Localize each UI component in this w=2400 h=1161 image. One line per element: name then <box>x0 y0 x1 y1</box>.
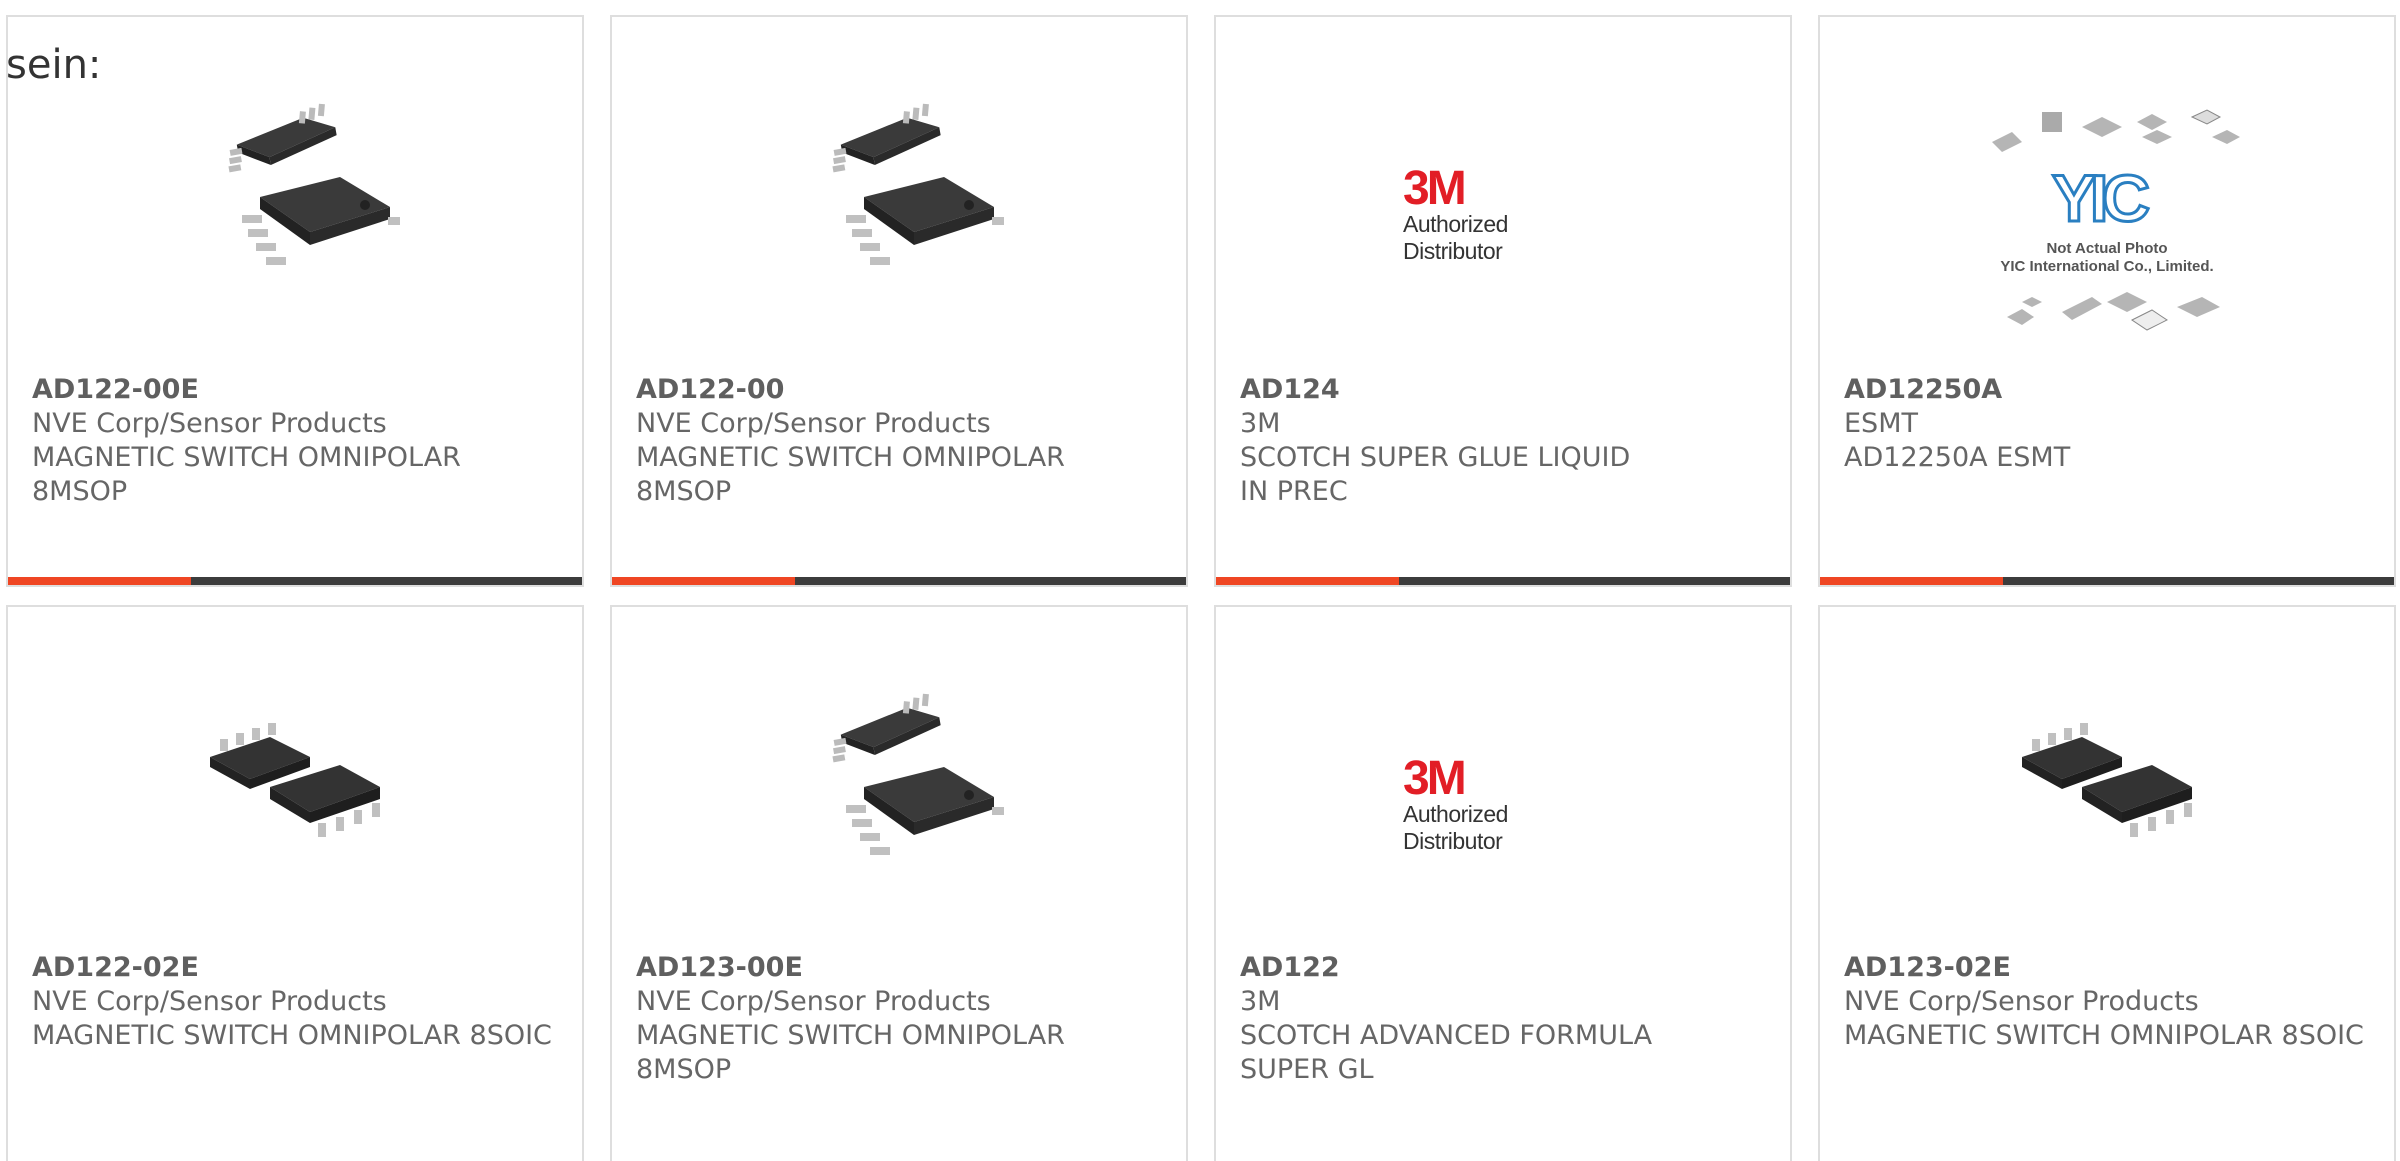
part-number[interactable]: AD12250A <box>1844 373 2370 407</box>
description: SCOTCH ADVANCED FORMULA SUPER GL <box>1240 1020 1653 1085</box>
description: AD12250A ESMT <box>1844 442 2071 473</box>
card-footer-bar <box>1216 577 1790 585</box>
description: MAGNETIC SWITCH OMNIPOLAR 8SOIC <box>1844 1020 2364 1051</box>
card-footer-bar <box>1820 577 2394 585</box>
3m-logo-mark: 3M <box>1403 162 1467 215</box>
product-image[interactable] <box>612 87 1186 297</box>
part-number[interactable]: AD122-00E <box>32 373 558 407</box>
product-card[interactable]: 3M Authorized Distributor AD122 3M SCOTC… <box>1214 605 1792 1161</box>
product-image[interactable] <box>612 677 1186 887</box>
manufacturer: NVE Corp/Sensor Products <box>636 986 991 1017</box>
soic8-chip-image <box>2022 723 2192 837</box>
product-card[interactable]: AD123-02E NVE Corp/Sensor Products MAGNE… <box>1818 605 2396 1161</box>
manufacturer: NVE Corp/Sensor Products <box>32 986 387 1017</box>
product-info: AD124 3M SCOTCH SUPER GLUE LIQUID IN PRE… <box>1240 373 1766 509</box>
description: MAGNETIC SWITCH OMNIPOLAR 8MSOP <box>636 442 1065 507</box>
caption-line: YIC International Co., Limited. <box>2000 258 2214 275</box>
manufacturer: 3M <box>1240 986 1281 1017</box>
3m-logo: 3M Authorized Distributor <box>1403 162 1603 297</box>
intro-text: sein: <box>6 42 102 88</box>
manufacturer: 3M <box>1240 408 1281 439</box>
product-info: AD122-00 NVE Corp/Sensor Products MAGNET… <box>636 373 1162 509</box>
accent-bar <box>612 577 795 585</box>
part-number[interactable]: AD124 <box>1240 373 1766 407</box>
authorized-distributor-caption: Authorized Distributor <box>1403 211 1508 264</box>
product-card[interactable]: AD122-02E NVE Corp/Sensor Products MAGNE… <box>6 605 584 1161</box>
part-number[interactable]: AD123-02E <box>1844 951 2370 985</box>
accent-bar <box>1820 577 2003 585</box>
description: MAGNETIC SWITCH OMNIPOLAR 8MSOP <box>636 1020 1065 1085</box>
card-footer-bar <box>612 577 1186 585</box>
page: sein: AD122-00E NVE Corp/Sensor Products… <box>0 0 2400 1161</box>
accent-bar <box>1216 577 1399 585</box>
product-card[interactable]: YIC Not Actual Photo YIC International C… <box>1818 15 2396 587</box>
product-info: AD12250A ESMT AD12250A ESMT <box>1844 373 2370 475</box>
product-image[interactable]: 3M Authorized Distributor <box>1216 87 1790 297</box>
yic-placeholder-image: YIC Not Actual Photo YIC International C… <box>1962 102 2252 342</box>
msop8-chip-image <box>190 87 400 297</box>
authorized-distributor-caption: Authorized Distributor <box>1403 801 1508 854</box>
3m-logo-mark: 3M <box>1403 752 1467 805</box>
product-image[interactable] <box>8 87 582 297</box>
product-card[interactable]: AD122-00E NVE Corp/Sensor Products MAGNE… <box>6 15 584 587</box>
part-number[interactable]: AD122-02E <box>32 951 558 985</box>
msop8-chip-image <box>832 103 1004 265</box>
product-info: AD122-00E NVE Corp/Sensor Products MAGNE… <box>32 373 558 509</box>
soic8-chip-image <box>210 723 380 837</box>
description: SCOTCH SUPER GLUE LIQUID IN PREC <box>1240 442 1631 507</box>
manufacturer: ESMT <box>1844 408 1918 439</box>
product-image[interactable]: 3M Authorized Distributor <box>1216 677 1790 887</box>
product-card[interactable]: AD123-00E NVE Corp/Sensor Products MAGNE… <box>610 605 1188 1161</box>
product-card[interactable]: 3M Authorized Distributor AD124 3M SCOTC… <box>1214 15 1792 587</box>
product-card[interactable]: AD122-00 NVE Corp/Sensor Products MAGNET… <box>610 15 1188 587</box>
part-number[interactable]: AD123-00E <box>636 951 1162 985</box>
product-info: AD122-02E NVE Corp/Sensor Products MAGNE… <box>32 951 558 1053</box>
accent-bar <box>8 577 191 585</box>
manufacturer: NVE Corp/Sensor Products <box>32 408 387 439</box>
3m-logo: 3M Authorized Distributor <box>1403 752 1603 887</box>
part-number[interactable]: AD122 <box>1240 951 1766 985</box>
card-footer-bar <box>8 577 582 585</box>
caption-line: Not Actual Photo <box>2046 240 2168 257</box>
yic-logo: YIC <box>2050 160 2151 237</box>
manufacturer: NVE Corp/Sensor Products <box>1844 986 2199 1017</box>
msop8-chip-image <box>832 693 1004 855</box>
product-image[interactable] <box>8 677 582 887</box>
description: MAGNETIC SWITCH OMNIPOLAR 8MSOP <box>32 442 461 507</box>
product-image[interactable] <box>1820 677 2394 887</box>
description: MAGNETIC SWITCH OMNIPOLAR 8SOIC <box>32 1020 552 1051</box>
part-number[interactable]: AD122-00 <box>636 373 1162 407</box>
product-info: AD123-00E NVE Corp/Sensor Products MAGNE… <box>636 951 1162 1087</box>
not-actual-photo-caption: Not Actual Photo YIC International Co., … <box>1962 240 2252 276</box>
manufacturer: NVE Corp/Sensor Products <box>636 408 991 439</box>
product-info: AD122 3M SCOTCH ADVANCED FORMULA SUPER G… <box>1240 951 1766 1087</box>
product-image[interactable]: YIC Not Actual Photo YIC International C… <box>1820 102 2394 331</box>
product-info: AD123-02E NVE Corp/Sensor Products MAGNE… <box>1844 951 2370 1053</box>
